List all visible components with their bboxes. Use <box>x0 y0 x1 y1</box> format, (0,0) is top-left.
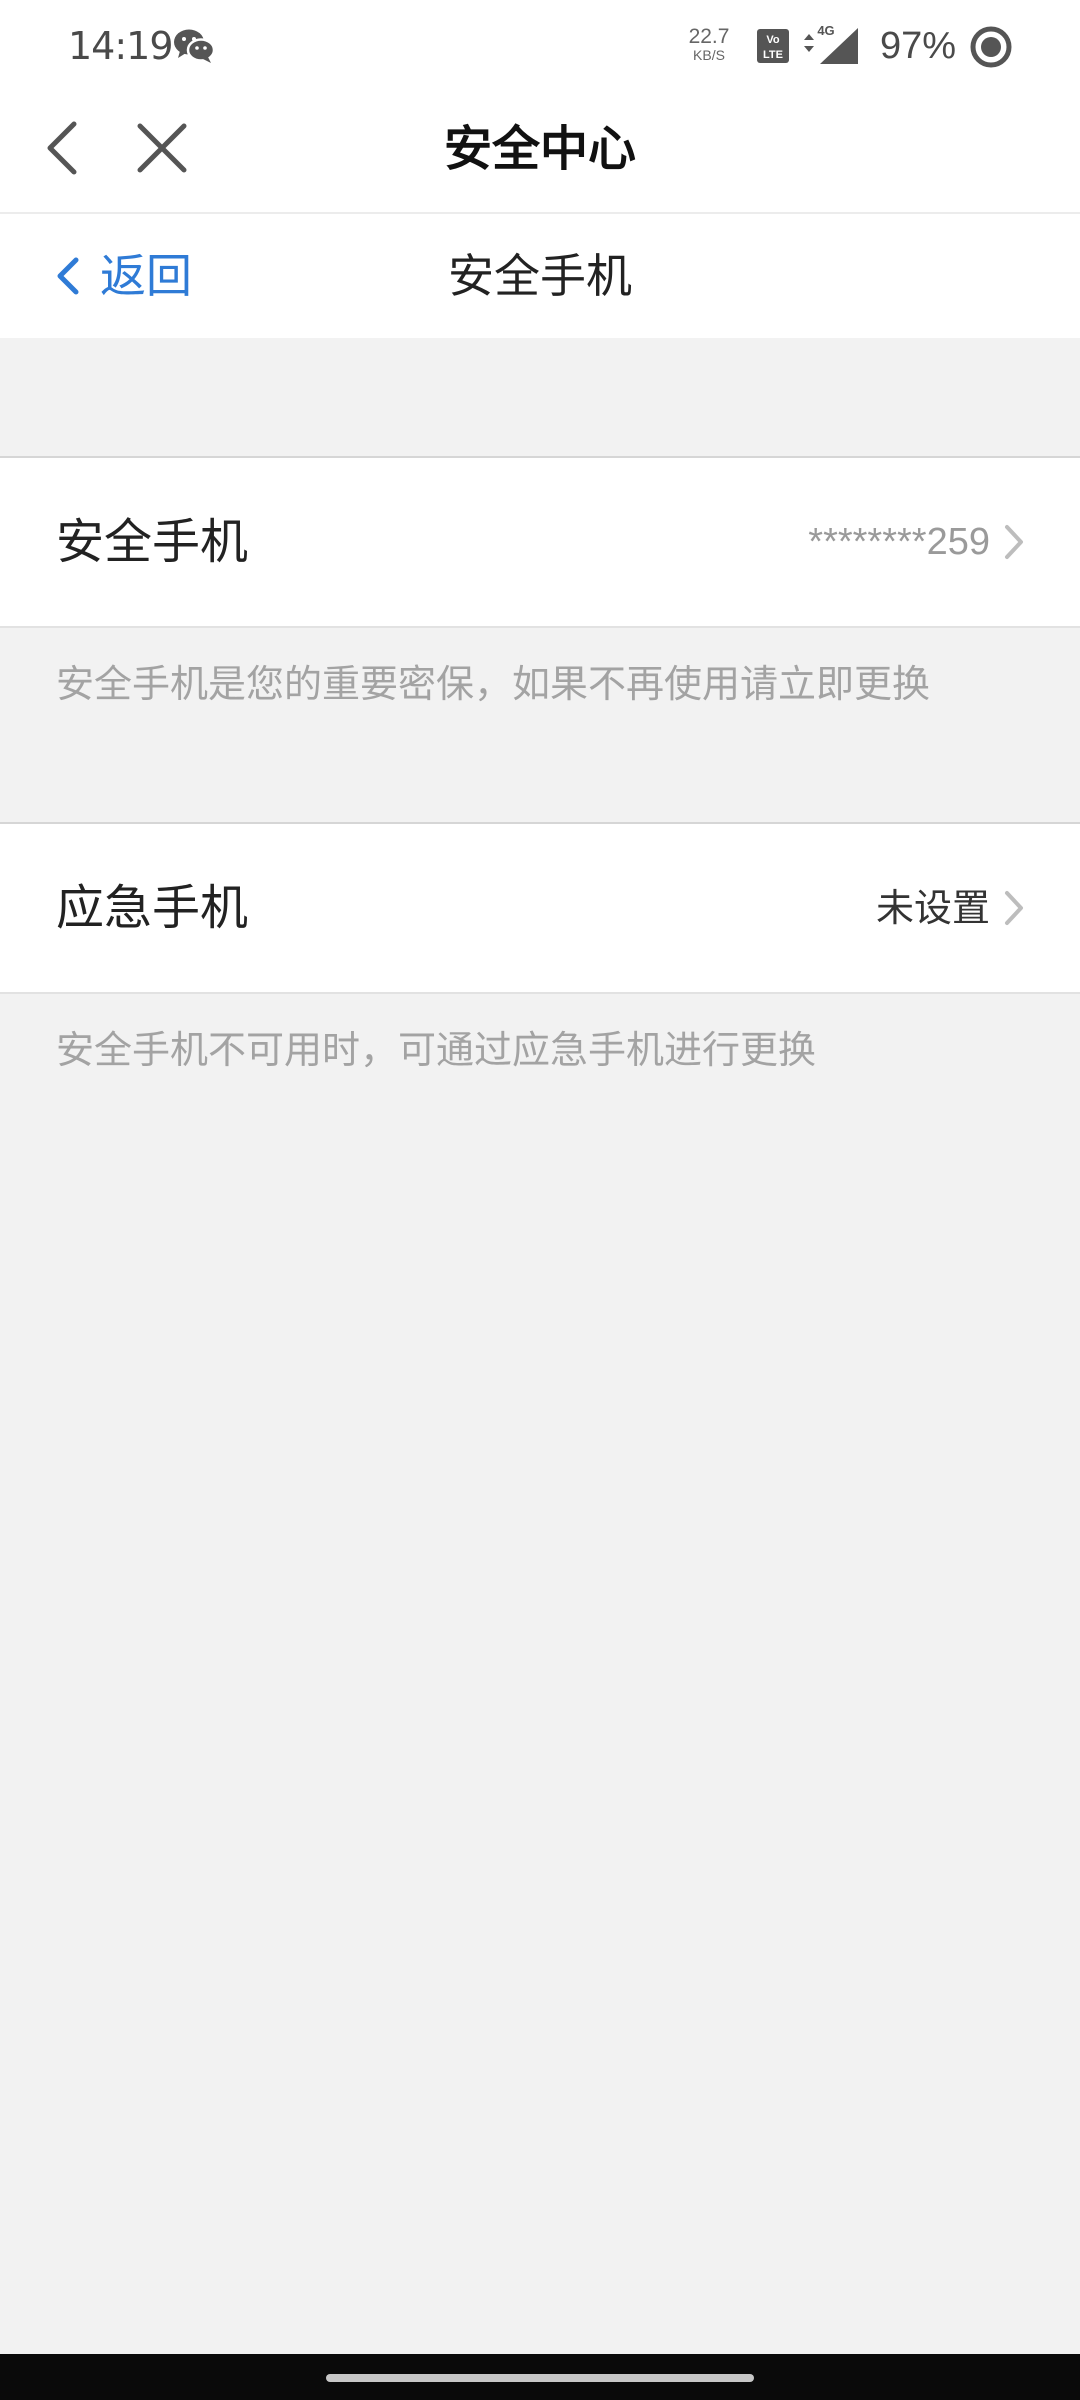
svg-text:LTE: LTE <box>763 49 783 61</box>
title-bar: 安全中心 <box>0 92 1080 214</box>
security-phone-hint: 安全手机是您的重要密保，如果不再使用请立即更换 <box>56 662 931 706</box>
back-button[interactable]: 返回 <box>50 236 192 316</box>
network-speed-value: 22.7 <box>688 25 730 48</box>
wechat-icon <box>174 29 216 63</box>
chevron-left-icon <box>57 257 79 295</box>
back-button-label: 返回 <box>100 249 192 303</box>
inner-nav: 返回 安全手机 <box>0 214 1080 338</box>
back-arrow-icon[interactable] <box>28 112 100 184</box>
network-speed: 22.7 KB/S <box>684 26 734 63</box>
gesture-bar <box>0 2354 1080 2400</box>
emergency-phone-row[interactable]: 应急手机 未设置 <box>0 822 1080 994</box>
security-phone-label: 安全手机 <box>56 514 249 570</box>
close-icon[interactable] <box>126 112 198 184</box>
security-phone-row[interactable]: 安全手机 ********259 <box>0 456 1080 628</box>
battery-ring-icon <box>970 26 1012 68</box>
volte-icon: Vo LTE <box>757 29 789 63</box>
emergency-phone-label: 应急手机 <box>56 880 249 936</box>
security-phone-value: ********259 <box>808 521 990 563</box>
network-speed-unit: KB/S <box>693 47 725 63</box>
network-type: 4G <box>817 23 834 38</box>
emergency-phone-hint: 安全手机不可用时，可通过应急手机进行更换 <box>56 1028 817 1072</box>
emergency-phone-value: 未设置 <box>875 886 990 930</box>
home-gesture-handle[interactable] <box>326 2374 754 2382</box>
status-time: 14:19 <box>68 24 174 68</box>
chevron-right-icon <box>1005 891 1023 925</box>
signal-4g-icon: 4G <box>804 23 858 64</box>
svg-text:Vo: Vo <box>766 34 780 46</box>
battery-percent: 97% <box>880 25 957 67</box>
chevron-right-icon <box>1005 525 1023 559</box>
status-bar: 14:19 22.7 KB/S Vo LTE 4G 97% <box>0 0 1080 92</box>
